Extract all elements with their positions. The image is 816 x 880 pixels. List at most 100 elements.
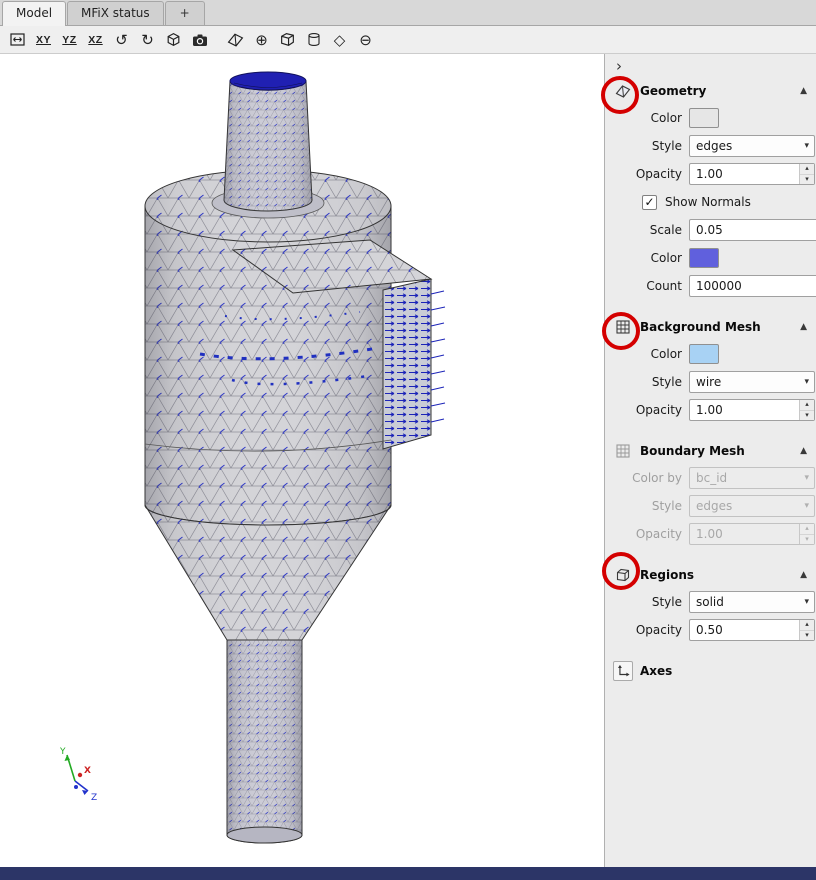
box-icon bbox=[279, 31, 296, 48]
show-normals-row: ✓ Show Normals bbox=[605, 188, 816, 216]
bgmesh-color-swatch[interactable] bbox=[689, 344, 719, 364]
spin-buttons: ▴ ▾ bbox=[799, 400, 814, 420]
boundary-style-select: edges ▾ bbox=[689, 495, 815, 517]
section-header-background-mesh: Background Mesh ▲ bbox=[605, 314, 816, 340]
cyclone-model bbox=[145, 72, 445, 843]
boundary-colorby-select: bc_id ▾ bbox=[689, 467, 815, 489]
spin-up-button[interactable]: ▴ bbox=[800, 620, 814, 631]
screenshot-button[interactable] bbox=[187, 28, 212, 51]
tab-model[interactable]: Model bbox=[2, 1, 66, 26]
boundary-mesh-icon[interactable] bbox=[613, 441, 633, 461]
chevron-down-icon: ▾ bbox=[804, 473, 809, 483]
section-header-axes: Axes bbox=[605, 658, 816, 684]
bgmesh-opacity-spinbox[interactable]: 1.00 ▴ ▾ bbox=[689, 399, 815, 421]
rotate-left-button[interactable]: ↺ bbox=[109, 28, 134, 51]
field-label: Opacity bbox=[605, 167, 689, 181]
toggle-geometry-button[interactable] bbox=[223, 28, 248, 51]
spin-value: 1.00 bbox=[690, 164, 799, 184]
view-xy-button[interactable]: XY bbox=[31, 28, 56, 51]
section-title: Background Mesh bbox=[640, 320, 761, 334]
collapse-arrow-icon[interactable]: ▲ bbox=[800, 446, 807, 456]
field-label: Style bbox=[605, 595, 689, 609]
collapse-sidebar-button[interactable]: › bbox=[616, 58, 632, 76]
field-label: Style bbox=[605, 139, 689, 153]
boundary-opacity-row: Opacity 1.00 ▴ ▾ bbox=[605, 520, 816, 548]
field-label: Style bbox=[605, 499, 689, 513]
section-title: Geometry bbox=[640, 84, 706, 98]
torus-button[interactable]: ⊖ bbox=[353, 28, 378, 51]
toggle-regions-button[interactable] bbox=[275, 28, 300, 51]
geometry-opacity-spinbox[interactable]: 1.00 ▴ ▾ bbox=[689, 163, 815, 185]
normals-count-input[interactable] bbox=[689, 275, 816, 297]
spin-down-button[interactable]: ▾ bbox=[800, 631, 814, 641]
perspective-button[interactable] bbox=[161, 28, 186, 51]
cylinder-button[interactable] bbox=[301, 28, 326, 51]
regions-icon[interactable] bbox=[613, 565, 633, 585]
cube-icon bbox=[165, 31, 182, 48]
reset-view-button[interactable] bbox=[5, 28, 30, 51]
axes-triad: Y X Z bbox=[59, 747, 97, 803]
spin-up-button: ▴ bbox=[800, 524, 814, 535]
chevron-down-icon: ▾ bbox=[804, 377, 809, 387]
field-label: Color by bbox=[605, 471, 689, 485]
normals-scale-input[interactable] bbox=[689, 219, 816, 241]
rotate-right-button[interactable]: ↻ bbox=[135, 28, 160, 51]
boundary-style-row: Style edges ▾ bbox=[605, 492, 816, 520]
geometry-plane-icon bbox=[615, 83, 631, 99]
axes-glyph-icon bbox=[616, 664, 630, 678]
selected-value: edges bbox=[696, 499, 800, 513]
spin-buttons: ▴ ▾ bbox=[799, 524, 814, 544]
geometry-icon[interactable] bbox=[613, 81, 633, 101]
tab-mfix-status[interactable]: MFiX status bbox=[67, 1, 164, 25]
spin-down-button[interactable]: ▾ bbox=[800, 411, 814, 421]
view-xz-button[interactable]: XZ bbox=[83, 28, 108, 51]
field-label: Color bbox=[605, 347, 689, 361]
regions-style-row: Style solid ▾ bbox=[605, 588, 816, 616]
check-icon: ✓ bbox=[644, 195, 654, 209]
spin-down-button[interactable]: ▾ bbox=[800, 175, 814, 185]
checkbox-label: Show Normals bbox=[665, 195, 751, 209]
geometry-color-swatch[interactable] bbox=[689, 108, 719, 128]
section-header-boundary-mesh: Boundary Mesh ▲ bbox=[605, 438, 816, 464]
field-label: Color bbox=[605, 111, 689, 125]
new-tab-button[interactable]: + bbox=[165, 1, 205, 25]
viewport-3d[interactable]: Y X Z bbox=[0, 54, 604, 867]
rotate-cw-icon: ↻ bbox=[141, 31, 154, 49]
grid-faded-icon bbox=[615, 443, 631, 459]
spin-buttons: ▴ ▾ bbox=[799, 164, 814, 184]
cone-button[interactable]: ◇ bbox=[327, 28, 352, 51]
normals-color-swatch[interactable] bbox=[689, 248, 719, 268]
section-header-regions: Regions ▲ bbox=[605, 562, 816, 588]
axes-icon[interactable] bbox=[613, 661, 633, 681]
collapse-arrow-icon[interactable]: ▲ bbox=[800, 570, 807, 580]
spin-up-button[interactable]: ▴ bbox=[800, 400, 814, 411]
view-xz-label: XZ bbox=[88, 34, 102, 46]
spin-value: 1.00 bbox=[690, 400, 799, 420]
rotate-ccw-icon: ↺ bbox=[115, 31, 128, 49]
collapse-arrow-icon[interactable]: ▲ bbox=[800, 322, 807, 332]
geometry-style-row: Style edges ▾ bbox=[605, 132, 816, 160]
collapse-arrow-icon[interactable]: ▲ bbox=[800, 86, 807, 96]
field-label: Opacity bbox=[605, 623, 689, 637]
field-label: Opacity bbox=[605, 527, 689, 541]
background-mesh-icon[interactable] bbox=[613, 317, 633, 337]
show-normals-checkbox[interactable]: ✓ bbox=[642, 195, 657, 210]
circle-plus-icon: ⊕ bbox=[255, 31, 268, 49]
regions-style-select[interactable]: solid ▾ bbox=[689, 591, 815, 613]
selected-value: solid bbox=[696, 595, 800, 609]
geometry-style-select[interactable]: edges ▾ bbox=[689, 135, 815, 157]
bgmesh-style-row: Style wire ▾ bbox=[605, 368, 816, 396]
regions-opacity-spinbox[interactable]: 0.50 ▴ ▾ bbox=[689, 619, 815, 641]
spin-up-button[interactable]: ▴ bbox=[800, 164, 814, 175]
camera-icon bbox=[191, 32, 209, 48]
bgmesh-style-select[interactable]: wire ▾ bbox=[689, 371, 815, 393]
section-title: Regions bbox=[640, 568, 694, 582]
toggle-points-button[interactable]: ⊕ bbox=[249, 28, 274, 51]
boundary-colorby-row: Color by bc_id ▾ bbox=[605, 464, 816, 492]
spin-value: 1.00 bbox=[690, 524, 799, 544]
selected-value: edges bbox=[696, 139, 800, 153]
regions-opacity-row: Opacity 0.50 ▴ ▾ bbox=[605, 616, 816, 644]
geometry-color-row: Color bbox=[605, 104, 816, 132]
view-yz-button[interactable]: YZ bbox=[57, 28, 82, 51]
spin-buttons: ▴ ▾ bbox=[799, 620, 814, 640]
